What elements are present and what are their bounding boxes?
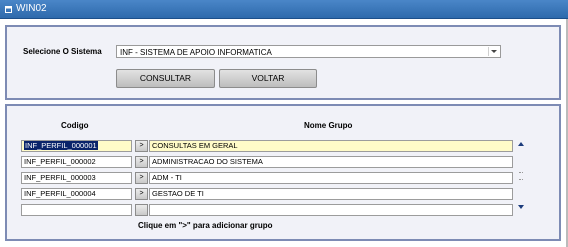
codigo-field[interactable]: INF_PERFIL_000001 xyxy=(21,140,132,152)
groups-panel: Codigo Nome Grupo INF_PERFIL_000001 > CO… xyxy=(5,104,561,241)
add-group-button xyxy=(135,204,148,216)
system-select[interactable]: INF - SISTEMA DE APOIO INFORMATICA xyxy=(116,45,501,58)
codigo-field[interactable]: INF_PERFIL_000002 xyxy=(21,156,132,168)
triangle-down-icon[interactable] xyxy=(516,203,526,211)
nome-grupo-field[interactable]: CONSULTAS EM GERAL xyxy=(149,140,513,152)
codigo-field[interactable]: INF_PERFIL_000003 xyxy=(21,172,132,184)
add-group-button[interactable]: > xyxy=(135,140,148,152)
groups-scrollbar[interactable] xyxy=(516,140,526,211)
triangle-up-icon[interactable] xyxy=(516,140,526,148)
nome-grupo-field[interactable]: ADM - TI xyxy=(149,172,513,184)
add-group-button[interactable]: > xyxy=(135,172,148,184)
codigo-field[interactable] xyxy=(21,204,132,216)
nome-grupo-field[interactable]: GESTAO DE TI xyxy=(149,188,513,200)
consultar-button[interactable]: CONSULTAR xyxy=(116,69,215,88)
add-group-button[interactable]: > xyxy=(135,188,148,200)
codigo-value: INF_PERFIL_000001 xyxy=(24,141,98,150)
window-icon xyxy=(5,6,12,13)
voltar-button[interactable]: VOLTAR xyxy=(219,69,317,88)
window-title: WIN02 xyxy=(16,3,47,14)
nome-grupo-field[interactable]: ADMINISTRACAO DO SISTEMA xyxy=(149,156,513,168)
add-group-hint: Clique em ">" para adicionar grupo xyxy=(138,221,273,230)
nome-grupo-header: Nome Grupo xyxy=(304,121,353,130)
codigo-header: Codigo xyxy=(61,121,89,130)
nome-grupo-field[interactable] xyxy=(149,204,513,216)
system-selection-panel: Selecione O Sistema INF - SISTEMA DE APO… xyxy=(5,25,561,100)
title-bar: WIN02 xyxy=(0,0,568,19)
chevron-down-icon[interactable] xyxy=(488,47,499,56)
codigo-field[interactable]: INF_PERFIL_000004 xyxy=(21,188,132,200)
system-label: Selecione O Sistema xyxy=(23,47,102,56)
add-group-button[interactable]: > xyxy=(135,156,148,168)
system-select-value: INF - SISTEMA DE APOIO INFORMATICA xyxy=(120,48,272,57)
scrollbar-grip[interactable] xyxy=(519,172,523,180)
